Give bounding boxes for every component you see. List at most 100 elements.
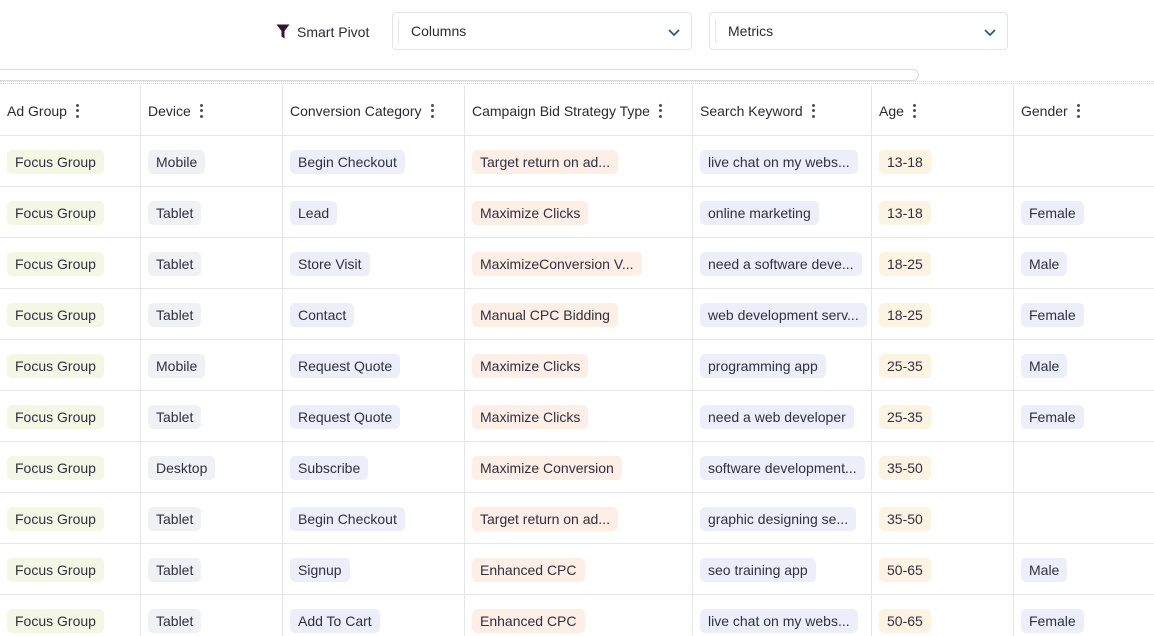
table-row[interactable]: Focus Group Tablet Contact Manual CPC Biddi… xyxy=(0,289,1154,340)
cell-gender[interactable]: Female xyxy=(1014,391,1154,442)
table-row[interactable]: Focus Group Tablet Signup Enhanced CPC seo t… xyxy=(0,544,1154,595)
table-row[interactable]: Focus Group Tablet Request Quote Maximize C… xyxy=(0,391,1154,442)
cell-conversion-category[interactable]: Request Quote xyxy=(283,391,464,442)
cell-age[interactable]: 13-18 xyxy=(872,187,1013,238)
cell-ad-group[interactable]: Focus Group xyxy=(0,544,140,595)
cell-age[interactable]: 50-65 xyxy=(872,544,1013,595)
cell-age[interactable]: 13-18 xyxy=(872,136,1013,187)
column-menu-icon[interactable] xyxy=(812,103,816,118)
cell-ad-group[interactable]: Focus Group xyxy=(0,442,140,493)
cell-conversion-category[interactable]: Add To Cart xyxy=(283,595,464,636)
cell-gender[interactable]: Female xyxy=(1014,289,1154,340)
cell-gender[interactable]: Female xyxy=(1014,595,1154,636)
search-keyword-chip: software development... xyxy=(700,455,865,480)
cell-age[interactable]: 50-65 xyxy=(872,595,1013,636)
cell-gender[interactable] xyxy=(1014,493,1154,544)
header-gender[interactable]: Gender xyxy=(1014,85,1154,136)
table-row[interactable]: Focus Group Mobile Begin Checkout Target re… xyxy=(0,136,1154,187)
cell-gender[interactable]: Male xyxy=(1014,238,1154,289)
cell-conversion-category[interactable]: Subscribe xyxy=(283,442,464,493)
cell-age[interactable]: 25-35 xyxy=(872,340,1013,391)
cell-device[interactable]: Tablet xyxy=(141,187,282,238)
cell-search-keyword[interactable]: seo training app xyxy=(693,544,871,595)
cell-conversion-category[interactable]: Contact xyxy=(283,289,464,340)
column-menu-icon[interactable] xyxy=(200,103,204,118)
cell-conversion-category[interactable]: Begin Checkout xyxy=(283,136,464,187)
cell-search-keyword[interactable]: programming app xyxy=(693,340,871,391)
cell-ad-group[interactable]: Focus Group xyxy=(0,238,140,289)
cell-search-keyword[interactable]: need a software deve... xyxy=(693,238,871,289)
cell-gender[interactable] xyxy=(1014,136,1154,187)
cell-conversion-category[interactable]: Request Quote xyxy=(283,340,464,391)
column-menu-icon[interactable] xyxy=(659,103,663,118)
cell-device[interactable]: Tablet xyxy=(141,595,282,636)
cell-device[interactable]: Tablet xyxy=(141,289,282,340)
cell-search-keyword[interactable]: graphic designing se... xyxy=(693,493,871,544)
cell-ad-group[interactable]: Focus Group xyxy=(0,340,140,391)
column-menu-icon[interactable] xyxy=(431,103,435,118)
cell-ad-group[interactable]: Focus Group xyxy=(0,187,140,238)
cell-device[interactable]: Mobile xyxy=(141,340,282,391)
cell-conversion-category[interactable]: Signup xyxy=(283,544,464,595)
cell-age[interactable]: 25-35 xyxy=(872,391,1013,442)
header-device[interactable]: Device xyxy=(141,85,282,136)
cell-gender[interactable] xyxy=(1014,442,1154,493)
cell-bid-strategy-type[interactable]: Maximize Clicks xyxy=(465,340,692,391)
cell-conversion-category[interactable]: Store Visit xyxy=(283,238,464,289)
cell-device[interactable]: Tablet xyxy=(141,544,282,595)
cell-bid-strategy-type[interactable]: Manual CPC Bidding xyxy=(465,289,692,340)
cell-age[interactable]: 18-25 xyxy=(872,289,1013,340)
table-row[interactable]: Focus Group Tablet Begin Checkout Target re… xyxy=(0,493,1154,544)
table-row[interactable]: Focus Group Mobile Request Quote Maximize C… xyxy=(0,340,1154,391)
cell-search-keyword[interactable]: online marketing xyxy=(693,187,871,238)
column-menu-icon[interactable] xyxy=(76,103,80,118)
column-menu-icon[interactable] xyxy=(913,103,917,118)
cell-bid-strategy-type[interactable]: MaximizeConversion V... xyxy=(465,238,692,289)
cell-ad-group[interactable]: Focus Group xyxy=(0,136,140,187)
table-row[interactable]: Focus Group Desktop Subscribe Maximize Conv… xyxy=(0,442,1154,493)
cell-search-keyword[interactable]: need a web developer xyxy=(693,391,871,442)
header-conversion-category[interactable]: Conversion Category xyxy=(283,85,464,136)
cell-bid-strategy-type[interactable]: Maximize Clicks xyxy=(465,187,692,238)
cell-gender[interactable]: Male xyxy=(1014,340,1154,391)
cell-age[interactable]: 18-25 xyxy=(872,238,1013,289)
cell-search-keyword[interactable]: software development... xyxy=(693,442,871,493)
cell-bid-strategy-type[interactable]: Maximize Clicks xyxy=(465,391,692,442)
cell-bid-strategy-type[interactable]: Maximize Conversion xyxy=(465,442,692,493)
cell-search-keyword[interactable]: live chat on my webs... xyxy=(693,136,871,187)
cell-device[interactable]: Tablet xyxy=(141,391,282,442)
table-row[interactable]: Focus Group Tablet Lead Maximize Clicks onli… xyxy=(0,187,1154,238)
cell-conversion-category[interactable]: Begin Checkout xyxy=(283,493,464,544)
cell-age[interactable]: 35-50 xyxy=(872,493,1013,544)
column-menu-icon[interactable] xyxy=(1077,103,1081,118)
cell-device[interactable]: Desktop xyxy=(141,442,282,493)
metrics-dropdown-label: Metrics xyxy=(728,23,774,39)
cell-device[interactable]: Mobile xyxy=(141,136,282,187)
table-row[interactable]: Focus Group Tablet Store Visit MaximizeConv… xyxy=(0,238,1154,289)
cell-gender[interactable]: Female xyxy=(1014,187,1154,238)
cell-bid-strategy-type[interactable]: Enhanced CPC xyxy=(465,544,692,595)
cell-bid-strategy-type[interactable]: Target return on ad... xyxy=(465,136,692,187)
header-bid-strategy-type[interactable]: Campaign Bid Strategy Type xyxy=(465,85,692,136)
cell-ad-group[interactable]: Focus Group xyxy=(0,391,140,442)
cell-conversion-category[interactable]: Lead xyxy=(283,187,464,238)
cell-age[interactable]: 35-50 xyxy=(872,442,1013,493)
cell-gender[interactable]: Male xyxy=(1014,544,1154,595)
cell-device[interactable]: Tablet xyxy=(141,493,282,544)
table-row[interactable]: Focus Group Tablet Add To Cart Enhanced CPC… xyxy=(0,595,1154,636)
cell-bid-strategy-type[interactable]: Enhanced CPC xyxy=(465,595,692,636)
header-age[interactable]: Age xyxy=(872,85,1013,136)
cell-search-keyword[interactable]: web development serv... xyxy=(693,289,871,340)
cell-ad-group[interactable]: Focus Group xyxy=(0,493,140,544)
cell-search-keyword[interactable]: live chat on my webs... xyxy=(693,595,871,636)
metrics-dropdown[interactable]: Metrics xyxy=(709,12,1008,50)
header-search-keyword[interactable]: Search Keyword xyxy=(693,85,871,136)
cell-device[interactable]: Tablet xyxy=(141,238,282,289)
header-ad-group[interactable]: Ad Group xyxy=(0,85,140,136)
horizontal-scrollbar[interactable] xyxy=(0,69,919,81)
cell-ad-group[interactable]: Focus Group xyxy=(0,595,140,636)
smart-pivot-button[interactable]: Smart Pivot xyxy=(276,22,369,42)
cell-ad-group[interactable]: Focus Group xyxy=(0,289,140,340)
columns-dropdown[interactable]: Columns xyxy=(392,12,692,50)
cell-bid-strategy-type[interactable]: Target return on ad... xyxy=(465,493,692,544)
